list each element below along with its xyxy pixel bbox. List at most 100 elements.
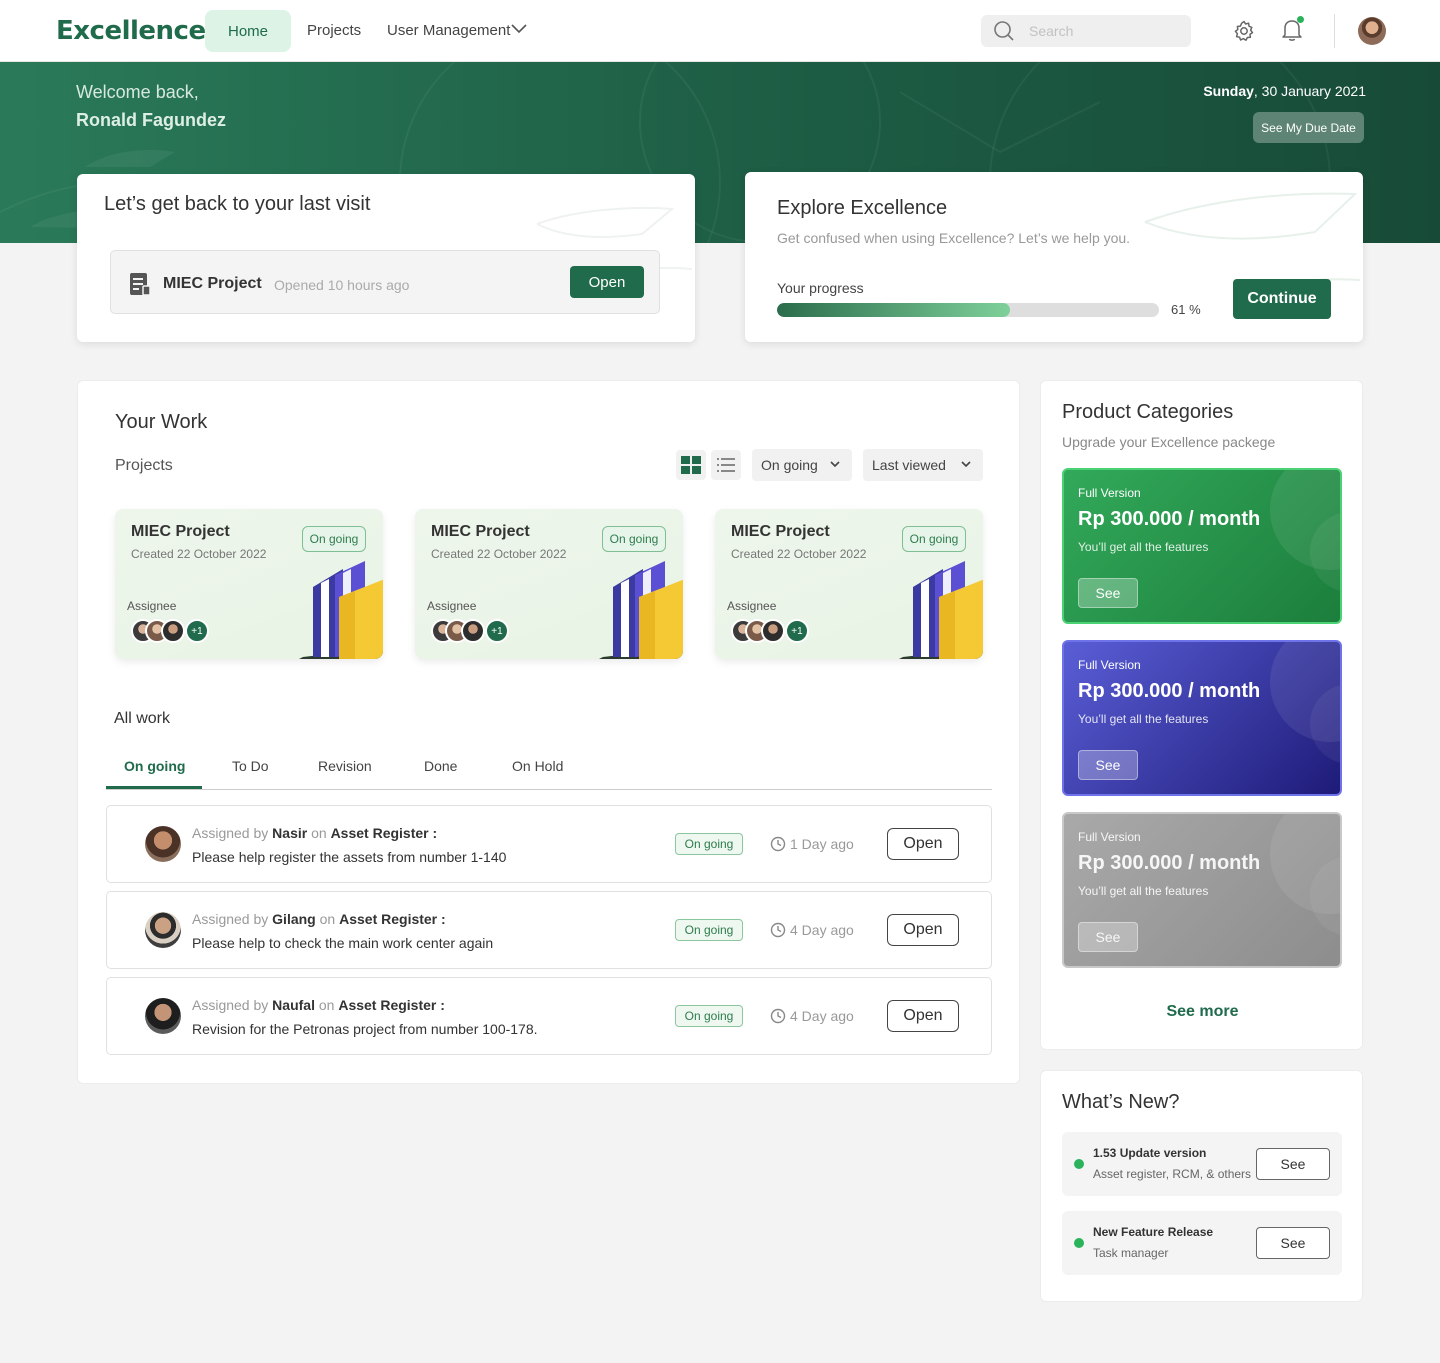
project-card[interactable]: MIEC Project Created 22 October 2022 On …: [715, 509, 983, 659]
whats-new-panel: What’s New? 1.53 Update version Asset re…: [1040, 1070, 1363, 1302]
avatar: [761, 619, 785, 643]
all-work-label: All work: [114, 710, 171, 727]
plan-description: You’ll get all the features: [1078, 884, 1209, 898]
on-label: on: [311, 825, 327, 841]
see-button[interactable]: See: [1078, 750, 1138, 780]
search-input[interactable]: [1029, 15, 1179, 47]
assignee-label: Assignee: [727, 599, 777, 613]
open-button[interactable]: Open: [887, 914, 959, 946]
divider: [1334, 14, 1335, 48]
plan-description: You’ll get all the features: [1078, 540, 1209, 554]
plan-price: Rp 300.000 / month: [1078, 508, 1261, 530]
plan-card[interactable]: Full Version Rp 300.000 / month You’ll g…: [1062, 640, 1342, 796]
your-work-panel: Your Work Projects On going Last viewed …: [77, 380, 1020, 1084]
time-ago: 4 Day ago: [790, 1008, 854, 1024]
date-day: Sunday: [1203, 83, 1254, 99]
product-categories-title: Product Categories: [1062, 401, 1234, 423]
avatar: [145, 826, 181, 862]
task-text: Revision for the Petronas project from n…: [192, 1021, 538, 1037]
assigned-by-label: Assigned by: [192, 997, 269, 1013]
open-button[interactable]: Open: [570, 266, 644, 298]
plan-card[interactable]: Full Version Rp 300.000 / month You’ll g…: [1062, 812, 1342, 968]
plan-tag: Full Version: [1078, 658, 1141, 672]
module-name: Asset Register :: [338, 997, 445, 1013]
see-button[interactable]: See: [1256, 1227, 1330, 1259]
plan-description: You’ll get all the features: [1078, 712, 1209, 726]
tab-to-do[interactable]: To Do: [232, 758, 269, 774]
tab-on-hold[interactable]: On Hold: [512, 758, 563, 774]
clock-icon: [770, 836, 786, 852]
nav-projects[interactable]: Projects: [307, 22, 361, 39]
product-categories-panel: Product Categories Upgrade your Excellen…: [1040, 380, 1363, 1050]
project-created: Created 22 October 2022: [731, 547, 867, 561]
assignee-label: Assignee: [127, 599, 177, 613]
plan-card[interactable]: Full Version Rp 300.000 / month You’ll g…: [1062, 468, 1342, 624]
work-item[interactable]: Assigned by Naufal on Asset Register : R…: [106, 977, 992, 1055]
product-categories-subtitle: Upgrade your Excellence packege: [1062, 434, 1276, 450]
time-ago: 1 Day ago: [790, 836, 854, 852]
sort-value: Last viewed: [872, 457, 946, 473]
news-subtitle: Asset register, RCM, & others: [1093, 1167, 1252, 1181]
more-assignees: +1: [185, 619, 209, 643]
chevron-down-icon[interactable]: [511, 24, 527, 34]
chevron-down-icon: [830, 461, 840, 468]
see-more-link[interactable]: See more: [1041, 1003, 1364, 1021]
news-item: New Feature Release Task manager See: [1062, 1211, 1342, 1275]
news-item: 1.53 Update version Asset register, RCM,…: [1062, 1132, 1342, 1196]
nav-user-management[interactable]: User Management: [387, 22, 510, 39]
last-visit-item[interactable]: MIEC Project Opened 10 hours ago Open: [110, 250, 660, 314]
project-name: MIEC Project: [731, 523, 830, 540]
list-view-toggle[interactable]: [711, 450, 741, 480]
continue-button[interactable]: Continue: [1233, 279, 1331, 319]
work-item[interactable]: Assigned by Gilang on Asset Register : P…: [106, 891, 992, 969]
assignee-label: Assignee: [427, 599, 477, 613]
status-filter-dropdown[interactable]: On going: [752, 449, 852, 481]
see-button[interactable]: See: [1078, 922, 1138, 952]
sort-dropdown[interactable]: Last viewed: [863, 449, 983, 481]
avatar: [161, 619, 185, 643]
nav-home[interactable]: Home: [205, 10, 291, 52]
work-item[interactable]: Assigned by Nasir on Asset Register : Pl…: [106, 805, 992, 883]
project-name: MIEC Project: [131, 523, 230, 540]
avatar: [145, 998, 181, 1034]
project-created: Created 22 October 2022: [131, 547, 267, 561]
status-badge: On going: [602, 526, 666, 552]
progress-fill: [777, 303, 1011, 317]
module-name: Asset Register :: [339, 911, 446, 927]
project-card[interactable]: MIEC Project Created 22 October 2022 On …: [115, 509, 383, 659]
project-card[interactable]: MIEC Project Created 22 October 2022 On …: [415, 509, 683, 659]
folders-illustration: [899, 561, 983, 659]
assignment-line: Assigned by Gilang on Asset Register :: [192, 911, 446, 927]
folders-illustration: [599, 561, 683, 659]
time-ago: 4 Day ago: [790, 922, 854, 938]
tab-done[interactable]: Done: [424, 758, 457, 774]
avatar[interactable]: [1358, 17, 1386, 45]
assigned-by-label: Assigned by: [192, 825, 269, 841]
see-due-date-button[interactable]: See My Due Date: [1253, 112, 1364, 143]
open-button[interactable]: Open: [887, 828, 959, 860]
tab-revision[interactable]: Revision: [318, 758, 372, 774]
open-button[interactable]: Open: [887, 1000, 959, 1032]
last-visit-card: Let’s get back to your last visit MIEC P…: [77, 174, 695, 342]
status-badge: On going: [675, 1005, 743, 1027]
status-badge: On going: [675, 833, 743, 855]
grid-view-toggle[interactable]: [676, 450, 706, 480]
more-assignees: +1: [785, 619, 809, 643]
tab-on-going[interactable]: On going: [124, 758, 185, 774]
list-icon: [717, 458, 735, 472]
your-work-title: Your Work: [115, 411, 208, 433]
see-button[interactable]: See: [1078, 578, 1138, 608]
logo[interactable]: Excellence: [56, 16, 206, 46]
assignee-avatars: +1: [431, 619, 521, 645]
search-box[interactable]: [981, 15, 1191, 47]
status-badge: On going: [675, 919, 743, 941]
see-button[interactable]: See: [1256, 1148, 1330, 1180]
last-visit-project-name: MIEC Project: [163, 275, 262, 292]
notification-dot: [1297, 16, 1304, 23]
status-dot: [1074, 1159, 1084, 1169]
clock-icon: [770, 1008, 786, 1024]
gear-icon[interactable]: [1232, 19, 1256, 43]
date-rest: , 30 January 2021: [1253, 83, 1366, 99]
plan-price: Rp 300.000 / month: [1078, 680, 1261, 702]
clock-icon: [770, 922, 786, 938]
